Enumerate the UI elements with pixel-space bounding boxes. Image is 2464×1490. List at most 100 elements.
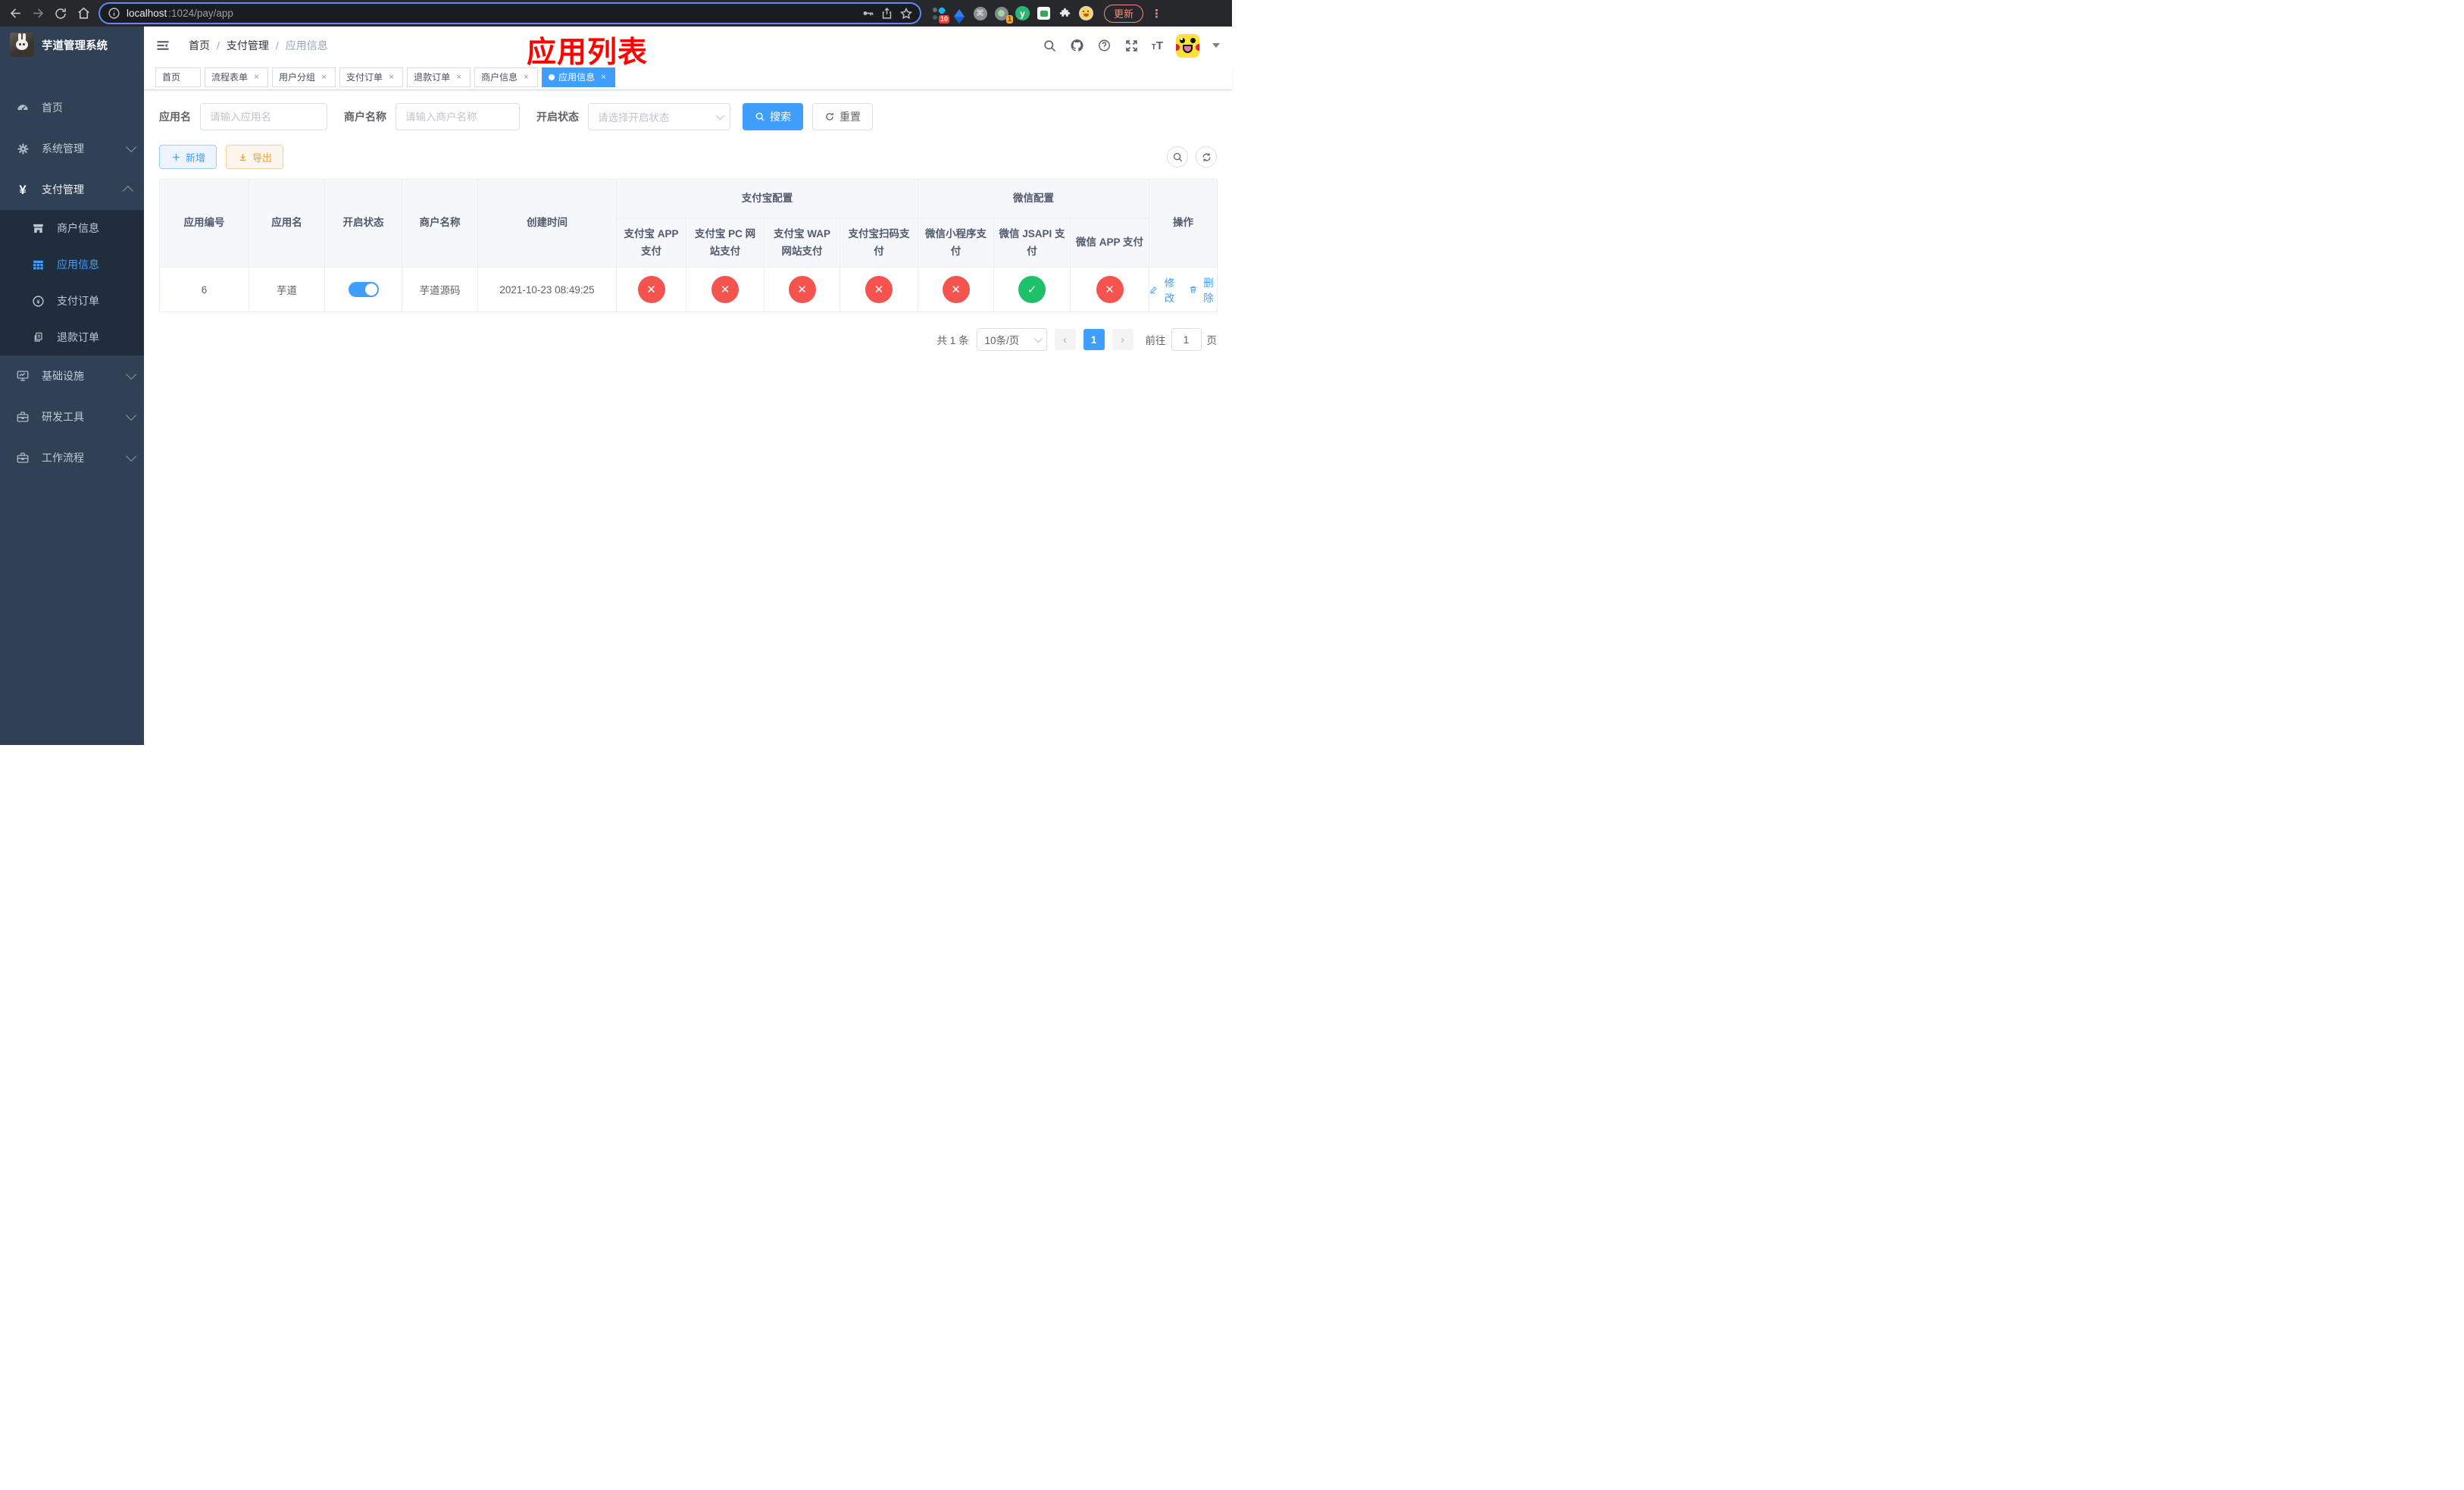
header-search-icon[interactable] [1043,39,1057,53]
sidebar-item-workflow[interactable]: 工作流程 [0,437,144,478]
user-avatar[interactable] [1176,33,1199,58]
search-form: 应用名 商户名称 开启状态 请选择开启状态 搜索 重置 [159,103,1217,130]
forward-icon[interactable] [30,6,45,21]
extension-command-icon[interactable]: ⌘ [973,6,987,20]
browser-menu-icon[interactable]: ⋮ [1151,7,1162,20]
edit-link[interactable]: 修改 [1149,274,1178,305]
tab-pay-orders[interactable]: 支付订单 × [339,67,404,87]
help-icon[interactable] [1097,39,1112,53]
extension-badge: 10 [938,15,949,23]
app-table: 应用编号 应用名 开启状态 商户名称 创建时间 支付宝配置 微信配置 操作 支付… [159,179,1218,312]
home-icon[interactable] [76,6,91,21]
close-icon[interactable]: × [521,73,531,82]
reset-button[interactable]: 重置 [812,103,873,130]
alipay-app-status-icon: ✕ [637,276,665,303]
breadcrumb-payment[interactable]: 支付管理 [227,38,269,53]
sidebar-item-payment[interactable]: ¥ 支付管理 [0,169,144,210]
url-host: localhost [127,8,167,19]
app-logo [10,33,34,57]
sidebar-item-label: 基础设施 [42,370,84,382]
alipay-pc-status-icon: ✕ [711,276,739,303]
password-key-icon[interactable] [861,7,874,20]
search-button[interactable]: 搜索 [743,103,803,130]
tab-process-form[interactable]: 流程表单 × [205,67,269,87]
close-icon[interactable]: × [386,73,396,82]
extension-y-icon[interactable]: y [1015,6,1030,20]
add-button[interactable]: 新增 [159,145,217,169]
export-button[interactable]: 导出 [226,145,284,169]
cell-app-id: 6 [159,267,249,312]
page-size-select[interactable]: 10条/页 [976,328,1047,351]
sidebar-item-label: 研发工具 [42,411,84,423]
extension-chat-icon[interactable] [1037,6,1051,20]
extension-dot-icon[interactable]: 1 [994,6,1013,23]
download-icon [237,152,248,162]
delete-link[interactable]: 删除 [1189,274,1218,305]
chevron-down-icon [126,368,137,380]
yen-icon: ¥ [19,182,27,197]
tags-view: 首页 流程表单 × 用户分组 × 支付订单 × 退款订单 × 商户信息 × 应用信息 × [144,64,1232,90]
breadcrumb-separator: / [217,39,220,52]
app-logo-row[interactable]: 芋道管理系统 [0,27,144,63]
extension-kite-icon[interactable] [952,6,966,20]
refresh-table-button[interactable] [1196,146,1217,167]
status-label: 开启状态 [536,111,579,123]
address-bar[interactable]: localhost:1024/pay/app [98,2,921,24]
sidebar-collapse-icon[interactable] [155,38,170,53]
tab-app-info[interactable]: 应用信息 × [542,67,616,87]
extension-grid-icon[interactable]: 10 [930,5,949,23]
extension-badge: 1 [1005,15,1013,23]
sidebar-item-label: 应用信息 [57,258,99,271]
reload-icon[interactable] [53,6,68,21]
sidebar-item-system[interactable]: 系统管理 [0,128,144,169]
chrome-update-button[interactable]: 更新 [1104,4,1144,23]
merchant-name-input[interactable] [405,111,510,123]
top-navbar: 首页 / 支付管理 / 应用信息 应用列表 TT [144,27,1232,69]
dashboard-icon [16,101,30,114]
back-icon[interactable] [8,6,23,21]
col-wechat-mini: 微信小程序支付 [918,218,994,268]
extensions-puzzle-icon[interactable] [1058,6,1072,20]
close-icon[interactable]: × [454,73,464,82]
sidebar-item-pay-orders[interactable]: ¥ 支付订单 [0,283,144,319]
app-name-input[interactable] [210,111,317,123]
chevron-down-icon [1033,333,1043,343]
breadcrumb-home[interactable]: 首页 [189,38,210,53]
close-icon[interactable]: × [319,73,329,82]
refresh-icon [824,111,835,122]
sidebar-item-home[interactable]: 首页 [0,87,144,128]
sidebar-item-refund-orders[interactable]: 退款订单 [0,319,144,355]
sidebar: 芋道管理系统 首页 系统管理 ¥ 支付管理 商户信息 应用信息 ¥ 支付订单 退… [0,27,144,745]
prev-page-button[interactable]: ‹ [1054,329,1076,350]
sidebar-item-infrastructure[interactable]: 基础设施 [0,355,144,396]
site-info-icon[interactable] [108,7,120,20]
col-merchant: 商户名称 [402,179,478,268]
payment-submenu: 商户信息 应用信息 ¥ 支付订单 退款订单 [0,210,144,355]
github-icon[interactable] [1070,39,1084,53]
total-count: 共 1 条 [937,335,969,346]
tab-refund-orders[interactable]: 退款订单 × [407,67,471,87]
app-name-label: 应用名 [159,111,191,123]
tab-user-group[interactable]: 用户分组 × [272,67,336,87]
close-icon[interactable]: × [599,73,608,82]
next-page-button[interactable]: › [1112,329,1134,350]
avatar-caret-icon[interactable] [1212,43,1220,52]
show-search-icon-button[interactable] [1167,146,1188,167]
status-select[interactable]: 请选择开启状态 [588,103,730,130]
profile-avatar-icon[interactable] [1079,6,1093,20]
sidebar-item-app-info[interactable]: 应用信息 [0,246,144,283]
sidebar-item-dev-tools[interactable]: 研发工具 [0,396,144,437]
bookmark-star-icon[interactable] [899,7,912,20]
share-icon[interactable] [880,7,893,20]
tab-home[interactable]: 首页 [155,67,202,87]
tab-merchant-info[interactable]: 商户信息 × [474,67,539,87]
font-size-icon[interactable]: TT [1152,40,1163,52]
enabled-toggle[interactable] [348,282,379,297]
close-icon[interactable]: × [252,73,261,82]
col-status: 开启状态 [324,179,402,268]
goto-page-input[interactable] [1171,328,1202,351]
col-alipay-app: 支付宝 APP 支付 [616,218,686,268]
fullscreen-icon[interactable] [1124,39,1139,53]
current-page-button[interactable]: 1 [1083,329,1105,350]
sidebar-item-merchant-info[interactable]: 商户信息 [0,210,144,246]
